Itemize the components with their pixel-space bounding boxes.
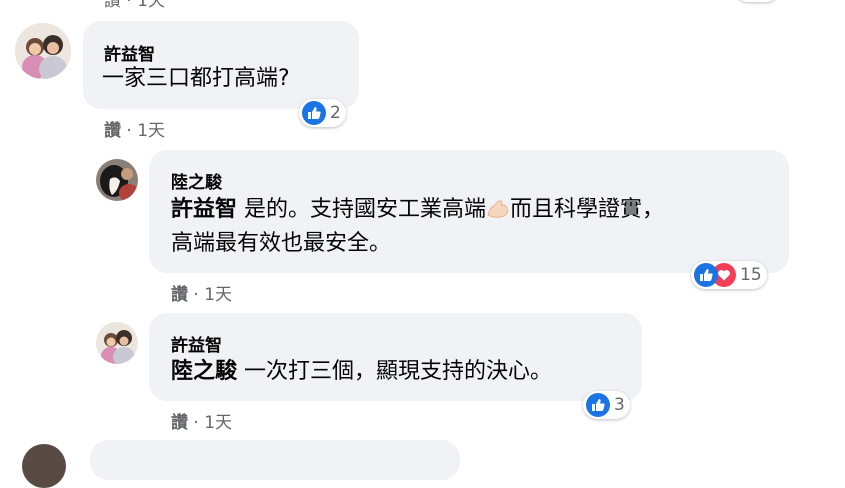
like-link[interactable]: 讚 bbox=[104, 121, 121, 141]
previous-comment-meta: 讚 · 1天 bbox=[104, 0, 166, 11]
timestamp[interactable]: · 1天 bbox=[193, 413, 232, 433]
flexed-biceps-emoji bbox=[486, 196, 510, 218]
avatar[interactable] bbox=[96, 322, 138, 364]
reaction-summary[interactable]: 3 bbox=[583, 391, 630, 419]
comment-text: 一家三口都打高端? bbox=[102, 66, 290, 91]
avatar[interactable] bbox=[15, 23, 71, 79]
comment-text: 陸之駿 一次打三個，顯現支持的決心。 bbox=[171, 359, 553, 384]
previous-comment-reaction-edge bbox=[736, 0, 778, 2]
comment-actions: 讚 · 1天 bbox=[104, 116, 165, 141]
like-thumb-icon bbox=[302, 101, 326, 125]
avatar[interactable] bbox=[96, 159, 138, 201]
like-thumb-icon bbox=[586, 393, 610, 417]
reaction-count: 15 bbox=[740, 265, 762, 285]
comment-text-line2: 高端最有效也最安全。 bbox=[171, 231, 392, 256]
mentioned-user[interactable]: 許益智 bbox=[171, 197, 237, 222]
like-thumb-icon bbox=[694, 263, 718, 287]
reaction-count: 3 bbox=[614, 395, 625, 415]
comment-author[interactable]: 陸之駿 bbox=[171, 168, 222, 193]
reaction-summary[interactable]: 15 bbox=[691, 261, 767, 289]
timestamp[interactable]: · 1天 bbox=[193, 285, 232, 305]
comment-text: 許益智 是的。支持國安工業高端 而且科學證實， bbox=[171, 196, 665, 222]
comment-author[interactable]: 許益智 bbox=[171, 331, 222, 356]
reaction-summary[interactable]: 2 bbox=[299, 99, 346, 127]
reaction-count: 2 bbox=[330, 103, 341, 123]
comment-actions: 讚 · 1天 bbox=[171, 408, 232, 433]
like-link[interactable]: 讚 bbox=[171, 413, 188, 433]
like-link[interactable]: 讚 bbox=[171, 285, 188, 305]
timestamp[interactable]: · 1天 bbox=[126, 121, 165, 141]
comment-actions: 讚 · 1天 bbox=[171, 280, 232, 305]
comment-bubble bbox=[90, 440, 460, 480]
mentioned-user[interactable]: 陸之駿 bbox=[171, 359, 237, 384]
